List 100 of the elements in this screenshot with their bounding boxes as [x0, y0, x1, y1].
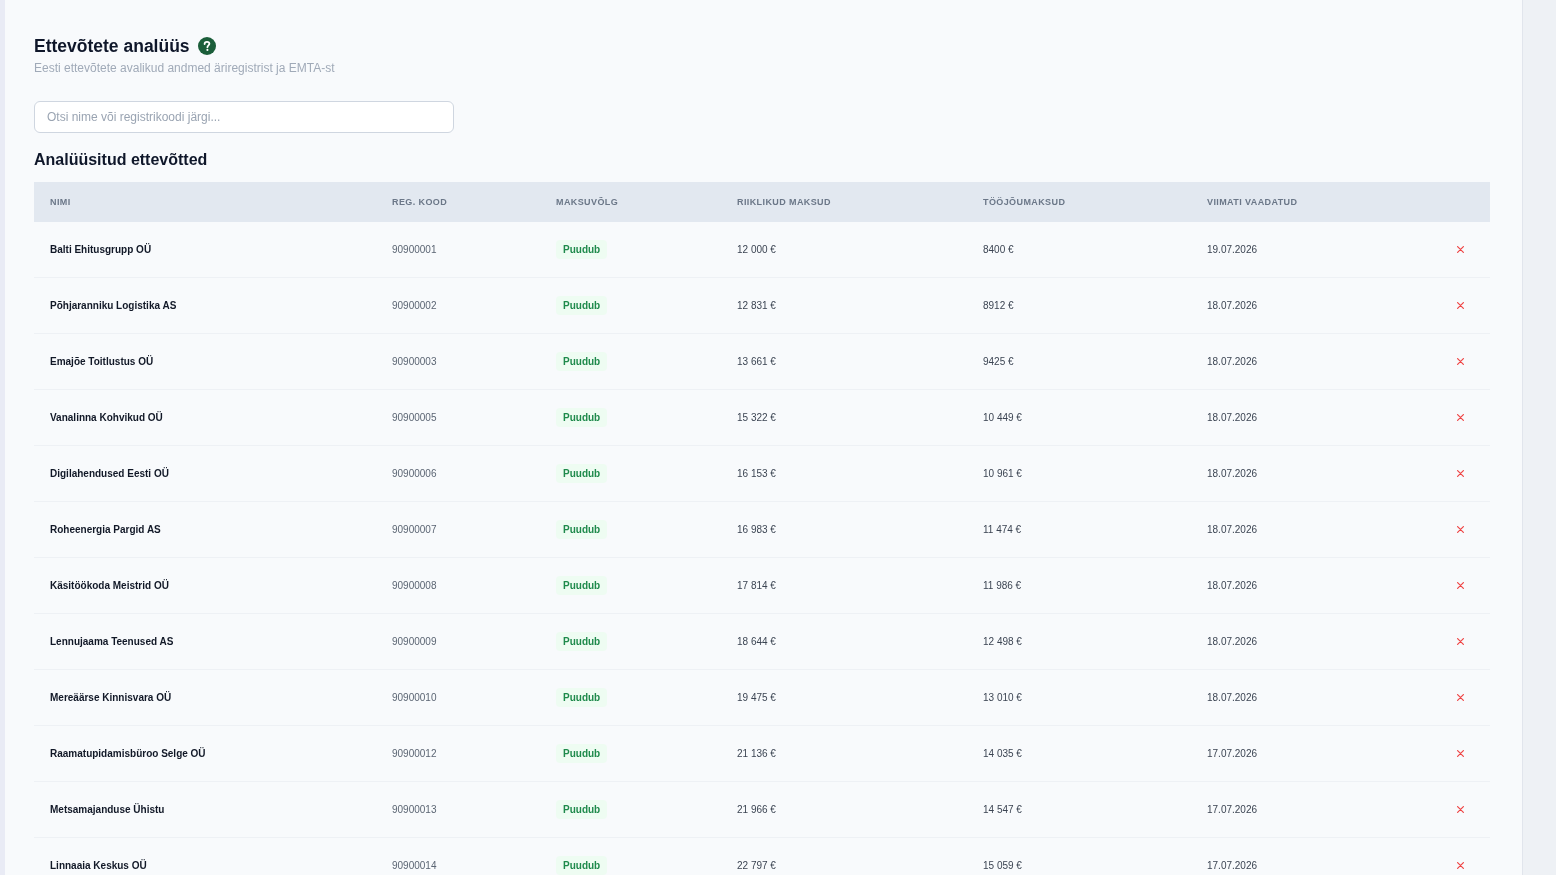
close-icon — [1456, 806, 1464, 813]
tax-amount: 12 498 € — [983, 636, 1022, 647]
tax-amount: 21 966 € — [737, 804, 776, 815]
tax-amount: 11 474 € — [983, 524, 1022, 535]
date-text: 17.07.2026 — [1207, 748, 1258, 759]
close-icon — [1456, 862, 1464, 869]
page-subtitle: Eesti ettevõtete avalikud andmed äriregistrist ja EMTA-st — [34, 60, 336, 76]
close-icon — [1456, 694, 1464, 701]
status-badge: Puudub — [556, 520, 608, 539]
section-title: Analüüsitud ettevõtted — [34, 150, 209, 170]
tax-amount: 21 136 € — [737, 748, 776, 759]
reg-code: 90900013 — [392, 804, 437, 815]
status-badge: Puudub — [556, 576, 608, 595]
status-badge: Puudub — [556, 800, 608, 819]
reg-code: 90900009 — [392, 636, 437, 647]
remove-button[interactable] — [1454, 356, 1466, 367]
status-badge: Puudub — [556, 632, 608, 651]
remove-button[interactable] — [1454, 636, 1466, 647]
remove-button[interactable] — [1454, 580, 1466, 591]
page-title: Ettevõtete analüüs — [34, 35, 190, 57]
status-badge: Puudub — [556, 856, 608, 875]
reg-code: 90900003 — [392, 356, 437, 367]
reg-code: 90900007 — [392, 524, 437, 535]
date-text: 19.07.2026 — [1207, 244, 1258, 255]
reg-code: 90900001 — [392, 244, 437, 255]
date-text: 18.07.2026 — [1207, 580, 1258, 591]
tax-amount: 12 000 € — [737, 244, 776, 255]
status-badge: Puudub — [556, 240, 608, 259]
status-badge: Puudub — [556, 688, 608, 707]
close-icon — [1456, 246, 1464, 253]
company-name: Mereäärse Kinnisvara OÜ — [50, 692, 172, 703]
tax-amount: 16 153 € — [737, 468, 776, 479]
tax-amount: 17 814 € — [737, 580, 776, 591]
company-name: Balti Ehitusgrupp OÜ — [50, 244, 152, 255]
reg-code: 90900005 — [392, 412, 437, 423]
company-name: Raamatupidamisbüroo Selge OÜ — [50, 748, 206, 759]
company-name: Emajõe Toitlustus OÜ — [50, 356, 154, 367]
status-badge: Puudub — [556, 464, 608, 483]
remove-button[interactable] — [1454, 692, 1466, 703]
close-icon — [1456, 414, 1464, 421]
remove-button[interactable] — [1454, 804, 1466, 815]
remove-button[interactable] — [1454, 300, 1466, 311]
tax-amount: 13 661 € — [737, 356, 776, 367]
tax-amount: 15 322 € — [737, 412, 776, 423]
company-name: Digilahendused Eesti OÜ — [50, 468, 169, 479]
close-icon — [1456, 750, 1464, 757]
reg-code: 90900010 — [392, 692, 437, 703]
remove-button[interactable] — [1454, 468, 1466, 479]
close-icon — [1456, 302, 1464, 309]
column-header: TÖÖJÕUMAKSUD — [983, 197, 1066, 207]
date-text: 17.07.2026 — [1207, 860, 1258, 871]
date-text: 18.07.2026 — [1207, 300, 1258, 311]
company-name: Linnaaia Keskus OÜ — [50, 860, 147, 871]
reg-code: 90900006 — [392, 468, 437, 479]
status-badge: Puudub — [556, 744, 608, 763]
tax-amount: 18 644 € — [737, 636, 776, 647]
column-header: RIIKLIKUD MAKSUD — [737, 197, 831, 207]
tax-amount: 8400 € — [983, 244, 1014, 255]
company-name: Käsitöökoda Meistrid OÜ — [50, 580, 169, 591]
reg-code: 90900008 — [392, 580, 437, 591]
date-text: 18.07.2026 — [1207, 636, 1258, 647]
date-text: 18.07.2026 — [1207, 524, 1258, 535]
close-icon — [1456, 638, 1464, 645]
tax-amount: 9425 € — [983, 356, 1014, 367]
remove-button[interactable] — [1454, 860, 1466, 871]
column-header: VIIMATI VAADATUD — [1207, 197, 1298, 207]
tax-amount: 14 035 € — [983, 748, 1022, 759]
remove-button[interactable] — [1454, 412, 1466, 423]
search-field[interactable]: Otsi nime või registrikoodi järgi... — [34, 101, 454, 133]
company-name: Lennujaama Teenused AS — [50, 636, 174, 647]
company-name: Vanalinna Kohvikud OÜ — [50, 412, 163, 423]
date-text: 18.07.2026 — [1207, 412, 1258, 423]
remove-button[interactable] — [1454, 748, 1466, 759]
date-text: 18.07.2026 — [1207, 692, 1258, 703]
reg-code: 90900014 — [392, 860, 437, 871]
tax-amount: 22 797 € — [737, 860, 776, 871]
tax-amount: 11 986 € — [983, 580, 1022, 591]
close-icon — [1456, 358, 1464, 365]
tax-amount: 10 961 € — [983, 468, 1022, 479]
status-badge: Puudub — [556, 408, 608, 427]
remove-button[interactable] — [1454, 244, 1466, 255]
company-name: Roheenergia Pargid AS — [50, 524, 161, 535]
tax-amount: 12 831 € — [737, 300, 776, 311]
reg-code: 90900002 — [392, 300, 437, 311]
tax-amount: 14 547 € — [983, 804, 1022, 815]
column-header: MAKSUVÕLG — [556, 197, 619, 207]
close-icon — [1456, 526, 1464, 533]
company-name: Põhjaranniku Logistika AS — [50, 300, 177, 311]
reg-code: 90900012 — [392, 748, 437, 759]
date-text: 18.07.2026 — [1207, 356, 1258, 367]
remove-button[interactable] — [1454, 524, 1466, 535]
column-header: REG. KOOD — [392, 197, 448, 207]
close-icon — [1456, 470, 1464, 477]
tax-amount: 13 010 € — [983, 692, 1022, 703]
tax-amount: 19 475 € — [737, 692, 776, 703]
tax-amount: 8912 € — [983, 300, 1014, 311]
close-icon — [1456, 582, 1464, 589]
date-text: 18.07.2026 — [1207, 468, 1258, 479]
tax-amount: 16 983 € — [737, 524, 776, 535]
date-text: 17.07.2026 — [1207, 804, 1258, 815]
